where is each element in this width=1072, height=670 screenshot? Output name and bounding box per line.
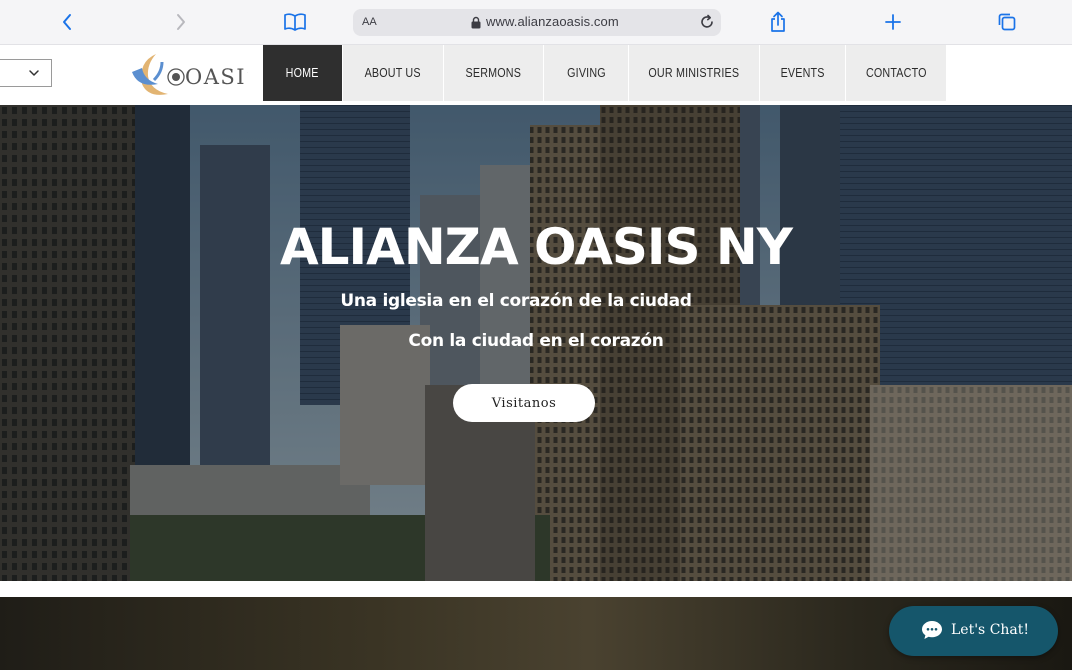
nav-about-us[interactable]: ABOUT US [343,45,444,101]
logo-text: OASIS [185,65,248,89]
new-tab-icon[interactable] [879,9,907,35]
lock-icon [471,16,481,29]
hero-subtitle-1: Una iglesia en el corazón de la ciudad [340,291,692,311]
chat-button[interactable]: Let's Chat! [889,606,1058,656]
chat-label: Let's Chat! [951,622,1030,638]
reload-icon[interactable] [699,14,715,30]
site-logo[interactable]: OASIS [128,50,260,100]
text-size-button[interactable]: AA [362,16,377,28]
back-icon[interactable] [53,9,81,35]
nav-home[interactable]: HOME [263,45,343,101]
nav-events-label: EVENTS [780,66,825,80]
nav-contacto-label: CONTACTO [865,66,927,80]
site-header: OASIS HOME ABOUT US SERMONS GIVING OUR M… [0,45,1072,105]
nav-home-label: HOME [286,66,319,80]
nav-giving[interactable]: GIVING [544,45,629,101]
nav-giving-label: GIVING [566,66,606,80]
url-text: www.alianzaoasis.com [486,14,619,29]
tabs-icon[interactable] [993,9,1021,35]
visit-button[interactable]: Visitanos [453,384,595,422]
hero-title: ALIANZA OASIS NY [279,218,793,276]
chat-bubble-icon [922,621,942,639]
forward-icon[interactable] [167,9,195,35]
browser-toolbar: AA www.alianzaoasis.com [0,0,1072,45]
nav-about-us-label: ABOUT US [364,66,422,80]
hero-banner: ALIANZA OASIS NY Una iglesia en el coraz… [0,105,1072,581]
nav-contacto[interactable]: CONTACTO [846,45,947,101]
nav-events[interactable]: EVENTS [760,45,846,101]
nav-our-ministries-label: OUR MINISTRIES [648,66,740,80]
main-nav: HOME ABOUT US SERMONS GIVING OUR MINISTR… [263,45,947,101]
language-select[interactable] [0,59,52,87]
nav-our-ministries[interactable]: OUR MINISTRIES [629,45,760,101]
share-icon[interactable] [764,9,792,35]
chevron-down-icon [29,70,39,76]
hero-subtitle-2: Con la ciudad en el corazón [408,331,664,351]
address-bar[interactable]: AA www.alianzaoasis.com [353,9,721,36]
nav-sermons-label: SERMONS [465,66,522,80]
nav-sermons[interactable]: SERMONS [444,45,544,101]
bookmarks-icon[interactable] [281,9,309,35]
